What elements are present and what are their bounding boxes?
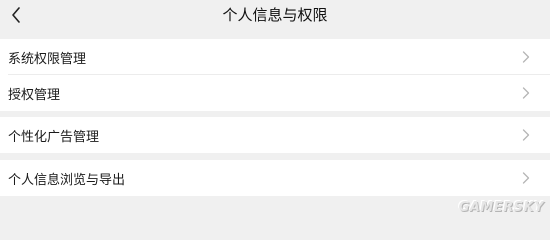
watermark-logo: GAMERSKY — [458, 200, 544, 215]
chevron-right-icon — [522, 87, 530, 99]
list-item-info-export[interactable]: 个人信息浏览与导出 — [0, 160, 550, 196]
nav-bar: 个人信息与权限 — [0, 0, 550, 32]
list-item-label: 个性化广告管理 — [8, 129, 100, 145]
list-item-label: 个人信息浏览与导出 — [8, 172, 126, 188]
settings-group-export: 个人信息浏览与导出 — [0, 160, 550, 196]
list-item-label: 授权管理 — [8, 87, 61, 103]
settings-group-ads: 个性化广告管理 — [0, 117, 550, 153]
page-title: 个人信息与权限 — [222, 6, 328, 24]
chevron-right-icon — [522, 172, 530, 184]
list-item-system-permissions[interactable]: 系统权限管理 — [0, 39, 550, 75]
settings-group-permissions: 系统权限管理 授权管理 — [0, 39, 550, 111]
list-item-authorization[interactable]: 授权管理 — [0, 75, 550, 111]
list-item-label: 系统权限管理 — [8, 51, 87, 67]
chevron-right-icon — [522, 51, 530, 63]
list-item-personalized-ads[interactable]: 个性化广告管理 — [0, 117, 550, 153]
chevron-right-icon — [522, 129, 530, 141]
